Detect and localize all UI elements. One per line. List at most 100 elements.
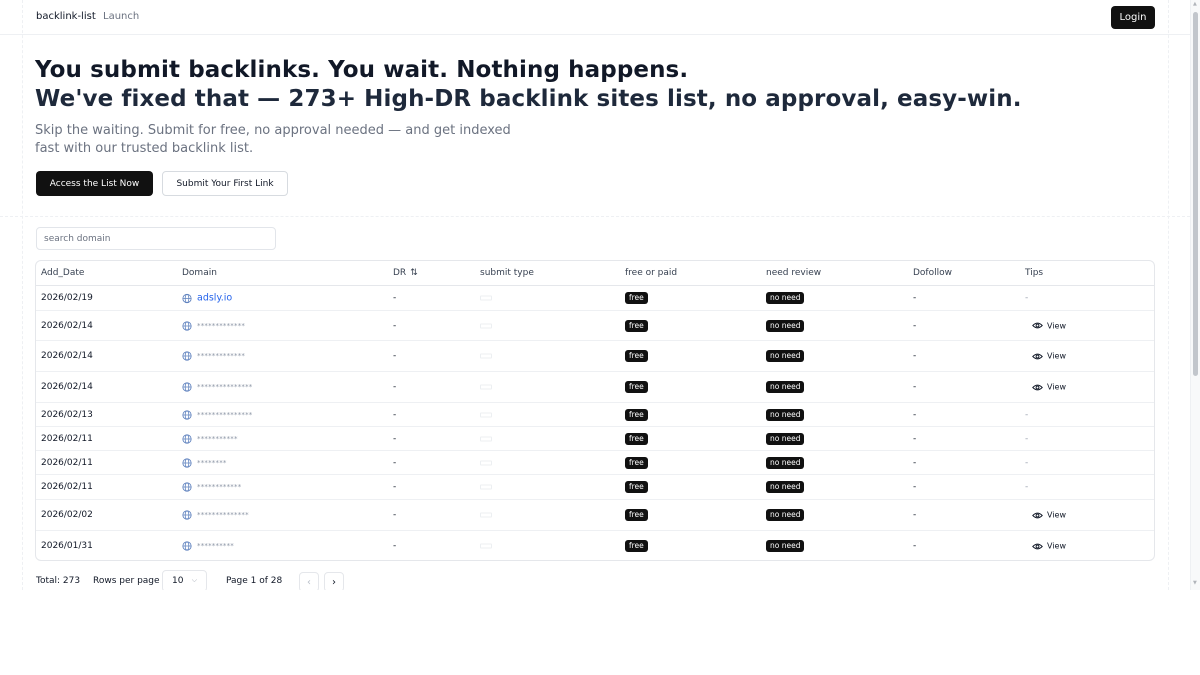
free-badge: free — [625, 292, 648, 304]
view-label: View — [1047, 510, 1066, 520]
submit-type-placeholder — [480, 460, 492, 465]
dofollow-value: - — [913, 510, 917, 520]
view-tips-button[interactable]: View — [1032, 352, 1066, 361]
need-review-cell: no need — [766, 456, 805, 469]
review-badge: no need — [766, 381, 805, 393]
table-row: 2026/02/14 ************* - free no need - View — [36, 311, 1154, 341]
dr-value: - — [393, 320, 397, 331]
view-label: View — [1047, 382, 1066, 392]
free-or-paid-cell: free — [625, 456, 648, 469]
nav-link-launch[interactable]: Launch — [103, 11, 139, 22]
domain-cell: ************* — [182, 351, 245, 361]
view-tips-button[interactable]: View — [1032, 511, 1066, 520]
eye-icon — [1032, 352, 1043, 360]
review-badge: no need — [766, 292, 805, 304]
globe-icon — [182, 457, 192, 468]
col-add-date: Add_Date — [41, 268, 85, 278]
domain-cell: ********** — [182, 541, 234, 551]
rows-per-page-select[interactable]: 10 ⌵ — [162, 570, 207, 592]
backlink-table: Add_Date Domain DR ⇅ submit type free or … — [35, 260, 1155, 561]
free-badge: free — [625, 540, 648, 552]
domain-cell: ************** — [182, 510, 249, 520]
view-label: View — [1047, 351, 1066, 361]
sort-icon[interactable]: ⇅ — [410, 268, 418, 278]
view-label: View — [1047, 321, 1066, 330]
page: backlink-list Launch Login You submit ba… — [0, 0, 1190, 592]
tips-value: - — [1025, 293, 1029, 303]
review-badge: no need — [766, 319, 805, 332]
submit-type-placeholder — [480, 353, 492, 359]
eye-icon — [1032, 383, 1043, 391]
view-tips-button[interactable]: View — [1032, 321, 1066, 330]
free-badge: free — [625, 408, 648, 421]
page-scrollbar[interactable]: ▲ ▼ — [1190, 0, 1200, 590]
eye-icon — [1032, 542, 1043, 550]
free-badge: free — [625, 481, 648, 493]
rows-per-page-value: 10 — [172, 576, 184, 586]
table-row: 2026/02/11 ************ - free no need - - — [36, 475, 1154, 500]
submit-type-placeholder — [480, 436, 492, 441]
guide-line-left — [22, 0, 23, 590]
chevron-down-icon: ⌵ — [191, 576, 197, 584]
hero-title-line-2: We've fixed that — 273+ High-DR backlink… — [35, 86, 1022, 112]
free-badge: free — [625, 350, 648, 362]
blank-area — [0, 590, 1200, 675]
next-page-button[interactable]: › — [324, 572, 344, 592]
free-or-paid-cell: free — [625, 350, 648, 362]
globe-icon — [182, 433, 192, 444]
review-badge: no need — [766, 350, 805, 362]
tips-value: - — [1025, 433, 1029, 444]
scroll-down-arrow-icon[interactable]: ▼ — [1193, 580, 1197, 586]
domain-masked: *************** — [197, 383, 253, 391]
tips-value: - — [1025, 482, 1029, 492]
domain-link[interactable]: adsly.io — [197, 293, 232, 304]
review-badge: no need — [766, 408, 805, 421]
domain-cell: ************ — [182, 482, 241, 492]
col-dofollow: Dofollow — [913, 268, 952, 278]
free-badge: free — [625, 456, 648, 469]
free-or-paid-cell: free — [625, 509, 648, 521]
submit-type-placeholder — [480, 543, 492, 549]
col-free-or-paid: free or paid — [625, 268, 678, 278]
view-tips-button[interactable]: View — [1032, 542, 1066, 551]
domain-cell: *************** — [182, 409, 253, 420]
brand-link[interactable]: backlink-list — [36, 11, 96, 22]
table-row: 2026/02/11 ******** - free no need - - — [36, 451, 1154, 475]
dofollow-value: - — [913, 382, 917, 392]
tips-value: - — [1025, 457, 1029, 468]
domain-cell: *************** — [182, 382, 253, 392]
table-row: 2026/01/31 ********** - free no need - View — [36, 531, 1154, 560]
need-review-cell: no need — [766, 509, 805, 521]
domain-masked: ******** — [197, 458, 227, 467]
scroll-thumb[interactable] — [1193, 12, 1198, 376]
access-list-button[interactable]: Access the List Now — [36, 171, 153, 196]
free-or-paid-cell: free — [625, 292, 648, 304]
search-input[interactable] — [36, 227, 276, 250]
submit-first-link-button[interactable]: Submit Your First Link — [162, 171, 288, 196]
dofollow-value: - — [913, 351, 917, 361]
prev-page-button[interactable]: ‹ — [299, 572, 319, 592]
eye-icon — [1032, 511, 1043, 519]
table-row: 2026/02/14 ************* - free no need - View — [36, 341, 1154, 372]
add-date: 2026/02/11 — [41, 433, 93, 444]
view-label: View — [1047, 541, 1066, 551]
review-badge: no need — [766, 481, 805, 493]
dr-value: - — [393, 382, 397, 392]
free-or-paid-cell: free — [625, 408, 648, 421]
add-date: 2026/02/14 — [41, 351, 93, 361]
col-submit-type: submit type — [480, 268, 534, 278]
col-dr[interactable]: DR ⇅ — [393, 268, 418, 278]
need-review-cell: no need — [766, 350, 805, 362]
view-tips-button[interactable]: View — [1032, 383, 1066, 392]
dofollow-value: - — [913, 457, 917, 468]
domain-masked: ************* — [197, 352, 246, 360]
globe-icon — [182, 541, 192, 551]
free-or-paid-cell: free — [625, 432, 648, 445]
globe-icon — [182, 382, 192, 392]
scroll-up-arrow-icon[interactable]: ▲ — [1193, 1, 1197, 7]
eye-icon — [1032, 322, 1043, 330]
dr-value: - — [393, 510, 397, 520]
add-date: 2026/02/19 — [41, 293, 93, 303]
login-button[interactable]: Login — [1111, 6, 1155, 29]
domain-cell: *********** — [182, 433, 238, 444]
